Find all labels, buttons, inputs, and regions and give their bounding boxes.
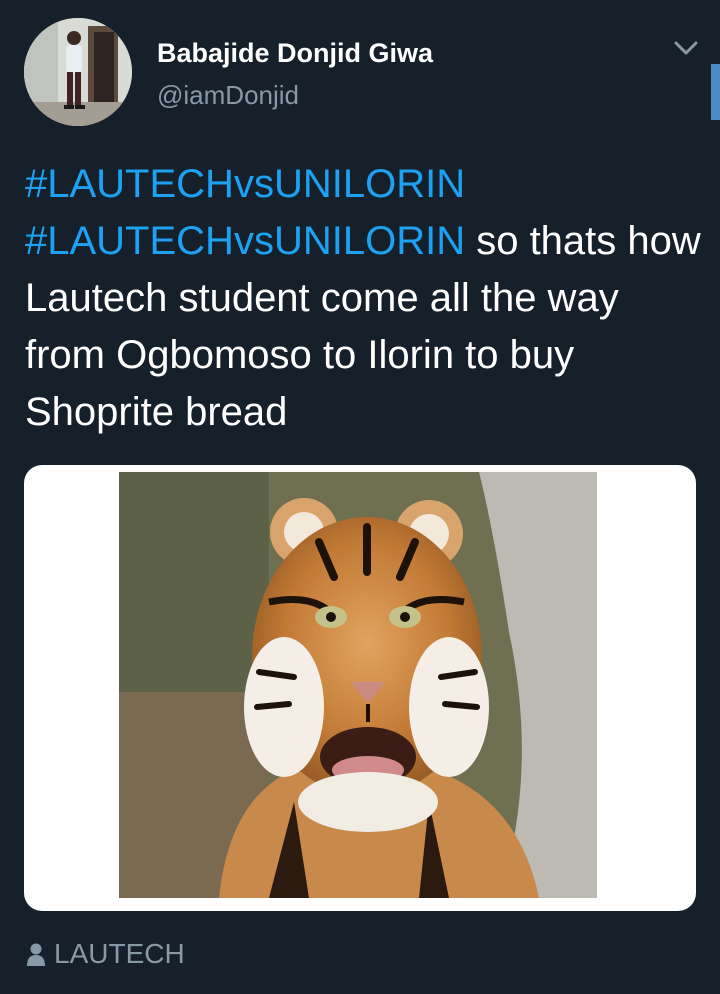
scrollbar-thumb[interactable] bbox=[711, 64, 720, 120]
author-handle[interactable]: @iamDonjid bbox=[157, 80, 299, 111]
author-name[interactable]: Babajide Donjid Giwa bbox=[157, 38, 433, 69]
author-avatar[interactable] bbox=[24, 18, 132, 126]
hashtag-link[interactable]: #LAUTECHvsUNILORIN bbox=[25, 219, 465, 263]
tweet-media-image[interactable] bbox=[24, 465, 696, 911]
tweet-text: #LAUTECHvsUNILORIN #LAUTECHvsUNILORIN so… bbox=[25, 156, 705, 441]
chevron-down-icon[interactable] bbox=[668, 34, 704, 62]
tiger-photo bbox=[119, 472, 597, 898]
hashtag-link[interactable]: #LAUTECHvsUNILORIN bbox=[25, 162, 465, 206]
location-label: LAUTECH bbox=[54, 938, 185, 969]
person-icon bbox=[27, 943, 45, 966]
tweet-location[interactable]: LAUTECH bbox=[26, 938, 185, 970]
